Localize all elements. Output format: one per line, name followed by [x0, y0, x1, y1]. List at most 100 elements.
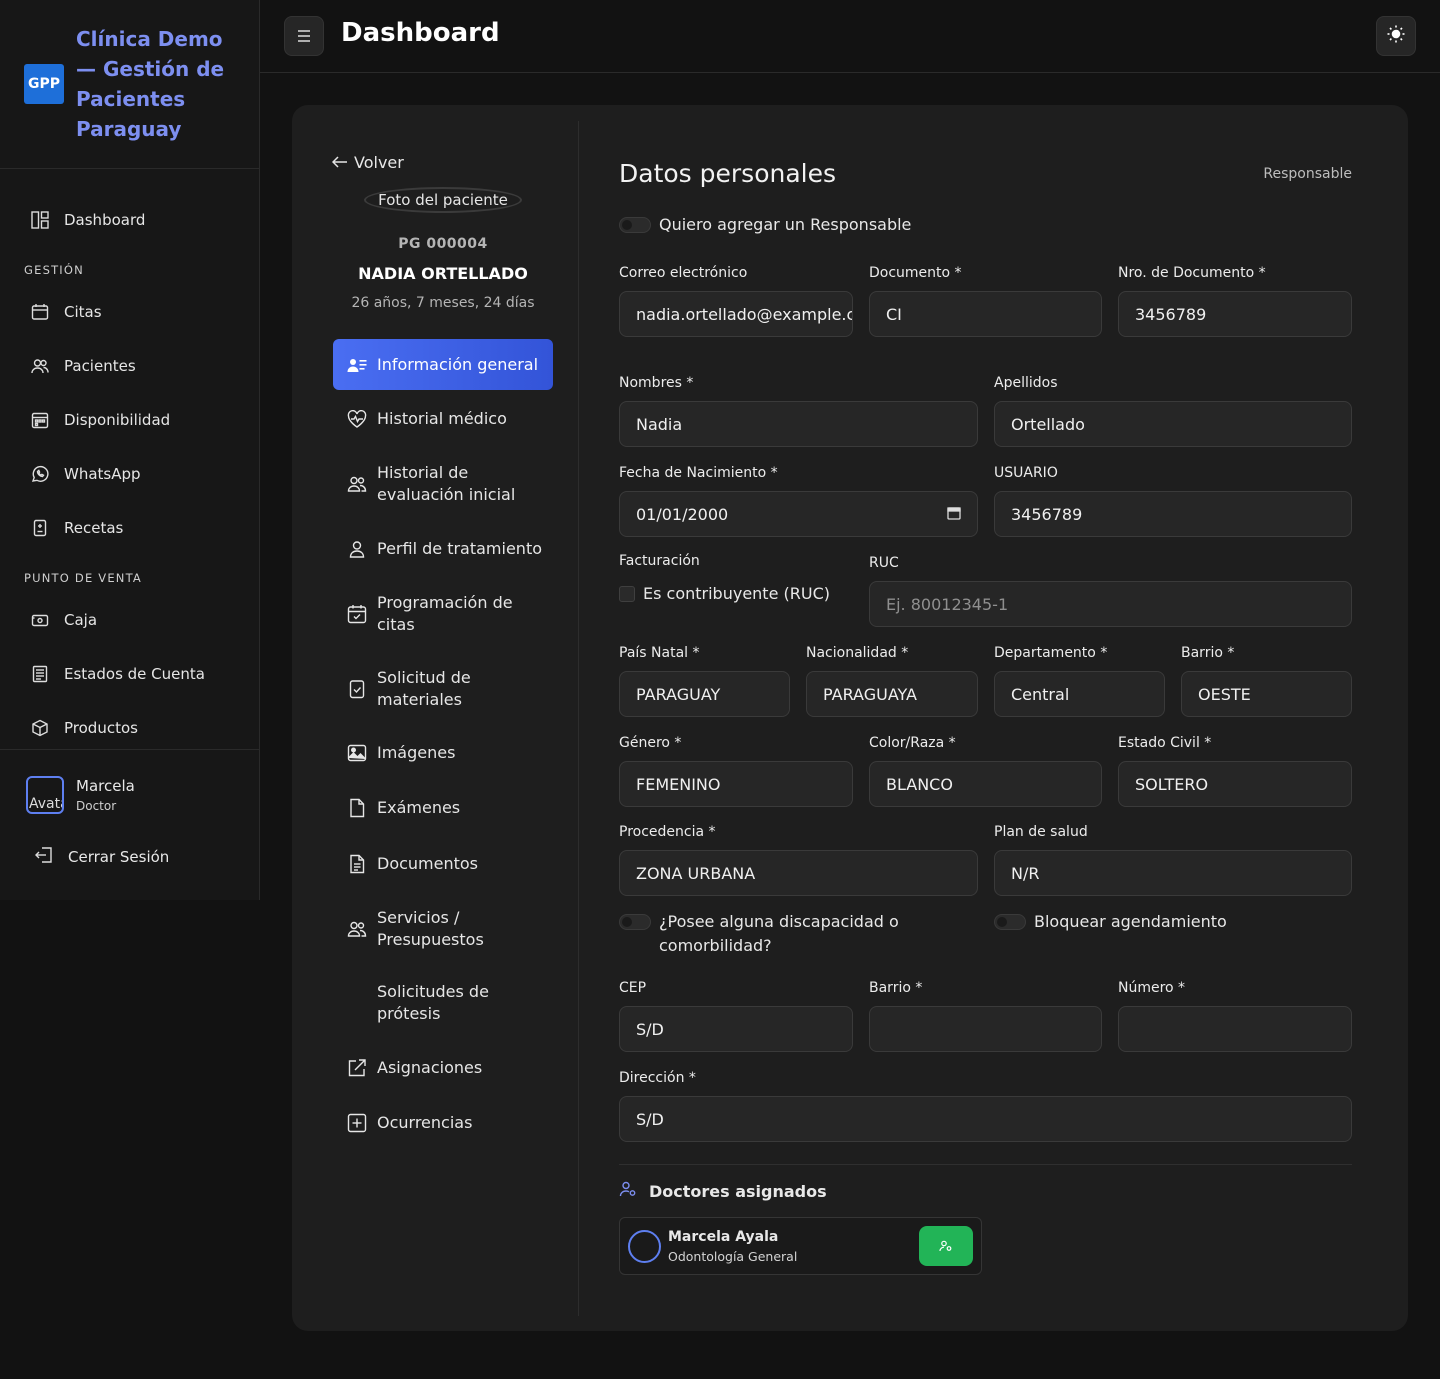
barrio-field[interactable]: [869, 1006, 1102, 1052]
barrio-field-group: Barrio *: [869, 980, 1102, 1052]
brand-logo: GPP: [24, 64, 64, 104]
bloquear-toggle[interactable]: [994, 914, 1026, 930]
responsable-tab[interactable]: Responsable: [1263, 166, 1352, 182]
menu-item-perfil-tratamiento[interactable]: Perfil de tratamiento: [333, 523, 553, 575]
sidebar-item-disponibilidad[interactable]: Disponibilidad: [0, 393, 259, 447]
documento-field-group: Documento * CI: [869, 265, 1102, 337]
layout-dashboard-icon: [30, 210, 50, 230]
apellidos-label: Apellidos: [994, 375, 1058, 391]
users-icon: [347, 475, 367, 493]
logout-button[interactable]: Cerrar Sesión: [34, 846, 259, 868]
menu-item-examenes[interactable]: Exámenes: [333, 780, 553, 835]
nombres-field[interactable]: Nadia: [619, 401, 978, 447]
usuario-label: USUARIO: [994, 465, 1058, 481]
section-title: Datos personales: [619, 159, 837, 188]
menu-item-label: Información general: [377, 354, 539, 374]
plan-salud-field[interactable]: N/R: [994, 850, 1352, 896]
cep-field[interactable]: S/D: [619, 1006, 853, 1052]
departamento-field[interactable]: Central: [994, 671, 1165, 717]
numero-field[interactable]: [1118, 1006, 1352, 1052]
estado-civil-select[interactable]: SOLTERO: [1118, 761, 1352, 807]
user-cog-icon: [619, 1181, 637, 1201]
cash-register-icon: [30, 610, 50, 630]
sidebar-item-label: Recetas: [64, 519, 124, 537]
discapacidad-toggle[interactable]: [619, 914, 651, 930]
users-icon: [30, 356, 50, 376]
pais-natal-field-group: País Natal * PARAGUAY: [619, 645, 790, 717]
doctor-name: Marcela Ayala: [668, 1229, 779, 1245]
menu-item-documentos[interactable]: Documentos: [333, 835, 553, 892]
doctor-avatar: [628, 1230, 661, 1263]
add-responsable-toggle[interactable]: [619, 217, 651, 233]
user-profile[interactable]: Avatar Marcela Doctor: [26, 776, 259, 814]
email-field[interactable]: nadia.ortellado@example.com: [619, 291, 853, 337]
patient-card: Volver Foto del paciente PG 000004 NADIA…: [292, 105, 1408, 1331]
patient-menu: Información general Historial médico His…: [333, 339, 553, 1151]
menu-item-label: Asignaciones: [377, 1057, 483, 1077]
menu-item-servicios-presupuestos[interactable]: Servicios / Presupuestos: [333, 892, 553, 966]
brand[interactable]: GPP Clínica Demo — Gestión de Pacientes …: [0, 0, 259, 169]
sidebar-item-recetas[interactable]: Recetas: [0, 501, 259, 555]
menu-item-ocurrencias[interactable]: Ocurrencias: [333, 1095, 553, 1151]
menu-item-informacion-general[interactable]: Información general: [333, 339, 553, 390]
genero-field-group: Género * FEMENINO: [619, 735, 853, 807]
menu-item-historial-evaluacion[interactable]: Historial de evaluación inicial: [333, 445, 553, 523]
menu-item-programacion-citas[interactable]: Programación de citas: [333, 575, 553, 653]
pais-natal-label: País Natal *: [619, 645, 700, 661]
back-button[interactable]: Volver: [331, 153, 404, 172]
menu-toggle-button[interactable]: [284, 16, 324, 56]
apellidos-field-group: Apellidos Ortellado: [994, 375, 1352, 447]
menu-item-label: Historial de evaluación inicial: [377, 463, 516, 504]
contribuyente-checkbox[interactable]: [619, 585, 635, 602]
color-raza-field-group: Color/Raza * BLANCO: [869, 735, 1102, 807]
sidebar-item-label: WhatsApp: [64, 465, 141, 483]
discapacidad-row: ¿Posee alguna discapacidad o comorbilida…: [619, 910, 959, 958]
color-raza-select[interactable]: BLANCO: [869, 761, 1102, 807]
nombres-field-group: Nombres * Nadia: [619, 375, 978, 447]
usuario-field[interactable]: 3456789: [994, 491, 1352, 537]
user-icon: [347, 540, 367, 558]
sidebar-item-label: Dashboard: [64, 211, 146, 229]
menu-item-label: Ocurrencias: [377, 1113, 473, 1132]
fecha-nacimiento-field-group: Fecha de Nacimiento * 01/01/2000: [619, 465, 978, 537]
procedencia-field-group: Procedencia * ZONA URBANA: [619, 824, 978, 896]
pais-natal-field[interactable]: PARAGUAY: [619, 671, 790, 717]
nacionalidad-field[interactable]: PARAGUAYA: [806, 671, 978, 717]
patient-photo[interactable]: Foto del paciente: [364, 187, 522, 213]
patient-id: PG 000004: [398, 236, 488, 252]
ruc-input[interactable]: Ej. 80012345-1: [869, 581, 1352, 627]
menu-item-label: Exámenes: [377, 797, 461, 817]
sidebar-item-productos[interactable]: Productos: [0, 701, 259, 755]
menu-item-historial-medico[interactable]: Historial médico: [333, 393, 553, 445]
menu-item-asignaciones[interactable]: Asignaciones: [333, 1040, 553, 1095]
calendar-icon[interactable]: [947, 505, 961, 524]
barrio-top-field[interactable]: OESTE: [1181, 671, 1352, 717]
departamento-label: Departamento *: [994, 645, 1108, 661]
logout-icon: [34, 846, 54, 868]
sidebar-item-dashboard[interactable]: Dashboard: [0, 193, 259, 247]
sidebar-item-caja[interactable]: Caja: [0, 593, 259, 647]
barrio-top-field-group: Barrio * OESTE: [1181, 645, 1352, 717]
genero-select[interactable]: FEMENINO: [619, 761, 853, 807]
nombres-label: Nombres *: [619, 375, 694, 391]
doctor-settings-button[interactable]: [919, 1226, 973, 1266]
menu-item-solicitudes-protesis[interactable]: Solicitudes de prótesis: [333, 966, 553, 1040]
menu-item-imagenes[interactable]: Imágenes: [333, 725, 553, 780]
documento-select[interactable]: CI: [869, 291, 1102, 337]
apellidos-field[interactable]: Ortellado: [994, 401, 1352, 447]
theme-toggle-button[interactable]: [1376, 16, 1416, 56]
sidebar-item-pacientes[interactable]: Pacientes: [0, 339, 259, 393]
nacionalidad-label: Nacionalidad *: [806, 645, 909, 661]
sidebar-item-label: Caja: [64, 611, 98, 629]
logout-label: Cerrar Sesión: [68, 848, 170, 866]
sidebar-item-citas[interactable]: Citas: [0, 285, 259, 339]
page-title: Dashboard: [341, 18, 500, 48]
direccion-field[interactable]: S/D: [619, 1096, 1352, 1142]
estado-civil-label: Estado Civil *: [1118, 735, 1212, 751]
sidebar-item-whatsapp[interactable]: WhatsApp: [0, 447, 259, 501]
sidebar-item-estados-cuenta[interactable]: Estados de Cuenta: [0, 647, 259, 701]
fecha-nacimiento-field[interactable]: 01/01/2000: [619, 491, 978, 537]
menu-item-solicitud-materiales[interactable]: Solicitud de materiales: [333, 653, 553, 725]
procedencia-select[interactable]: ZONA URBANA: [619, 850, 978, 896]
nro-documento-field[interactable]: 3456789: [1118, 291, 1352, 337]
